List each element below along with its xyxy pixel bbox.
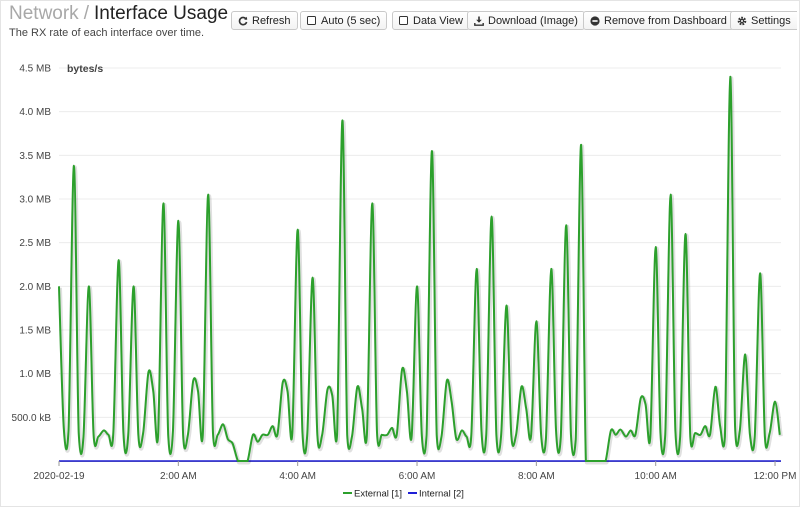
x-tick-label: 8:00 AM <box>518 471 555 482</box>
y-tick-label: 3.0 MB <box>19 195 51 206</box>
x-tick-label: 10:00 AM <box>635 471 677 482</box>
y-tick-label: 1.0 MB <box>19 369 51 380</box>
x-tick-label: 4:00 AM <box>279 471 316 482</box>
y-tick-label: 4.5 MB <box>19 64 51 75</box>
x-tick-label: 12:00 PM <box>754 471 797 482</box>
y-tick-label: 500.0 kB <box>12 413 52 424</box>
x-tick-label: 2020-02-19 <box>33 471 85 482</box>
y-tick-label: 2.5 MB <box>19 238 51 249</box>
y-tick-label: 3.5 MB <box>19 151 51 162</box>
y-tick-label: 1.5 MB <box>19 326 51 337</box>
x-tick-label: 2:00 AM <box>160 471 197 482</box>
y-axis-ticks: 500.0 kB 1.0 MB 1.5 MB 2.0 MB 2.5 MB 3.0 MB 3.… <box>12 64 52 424</box>
legend-label[interactable]: External [1] <box>354 489 402 500</box>
y-axis-label: bytes/s <box>67 63 103 75</box>
x-tick-label: 6:00 AM <box>399 471 436 482</box>
legend: External [1] Internal [2] <box>343 489 464 500</box>
legend-label[interactable]: Internal [2] <box>419 489 464 500</box>
interface-usage-chart: 500.0 kB 1.0 MB 1.5 MB 2.0 MB 2.5 MB 3.0 MB 3.… <box>12 63 797 500</box>
y-tick-label: 2.0 MB <box>19 282 51 293</box>
series-layer <box>58 75 783 465</box>
x-axis-ticks: 2020-02-19 2:00 AM 4:00 AM 6:00 AM 8:00 AM 10… <box>33 461 796 482</box>
y-tick-label: 4.0 MB <box>19 107 51 118</box>
